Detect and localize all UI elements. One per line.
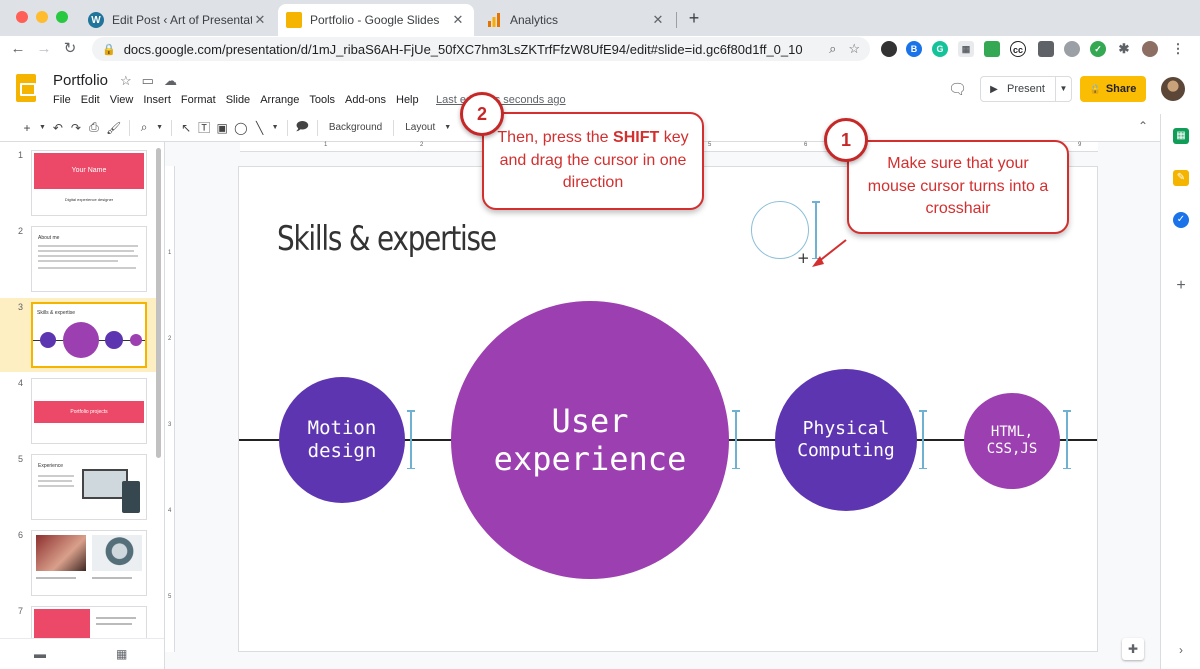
callout-arrow-layer — [812, 239, 847, 267]
callout-arrow — [817, 239, 847, 263]
step-2-badge: 2 — [460, 92, 504, 136]
step-1-badge: 1 — [824, 118, 868, 162]
callout-step-2: Then, press the SHIFT key and drag the c… — [482, 112, 704, 210]
callout-step-1: Make sure that your mouse cursor turns i… — [847, 140, 1069, 234]
